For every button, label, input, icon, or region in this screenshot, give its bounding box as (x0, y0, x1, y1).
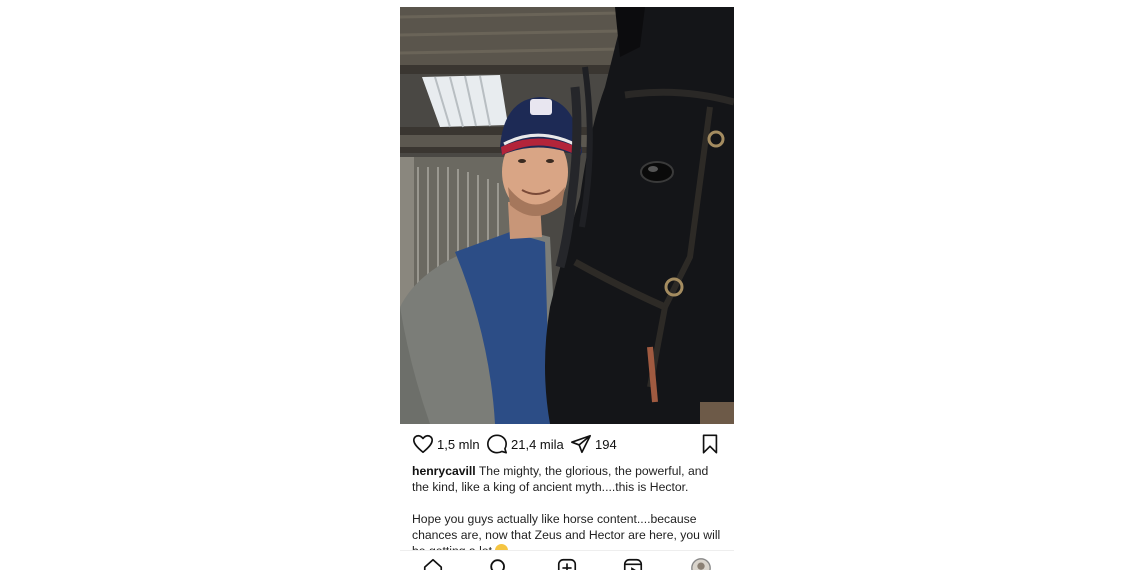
reels-icon[interactable] (622, 557, 644, 570)
post-caption: henrycavill The mighty, the glorious, th… (412, 463, 724, 550)
caption-paragraph-1: henrycavill The mighty, the glorious, th… (412, 463, 724, 495)
caption-paragraph-2: Hope you guys actually like horse conten… (412, 511, 724, 550)
bottom-navigation (400, 550, 734, 570)
home-icon[interactable] (422, 557, 444, 570)
caption-clip: henrycavill The mighty, the glorious, th… (400, 7, 734, 550)
add-post-icon[interactable] (556, 557, 578, 570)
search-icon[interactable] (488, 557, 510, 570)
instagram-post-screen: 1,5 mln 21,4 mila 194 henrycavill The mi… (400, 7, 734, 570)
caption-text-2: Hope you guys actually like horse conten… (412, 512, 721, 550)
caption-gap (412, 495, 724, 511)
profile-avatar[interactable] (690, 557, 712, 570)
caption-username[interactable]: henrycavill (412, 464, 476, 478)
